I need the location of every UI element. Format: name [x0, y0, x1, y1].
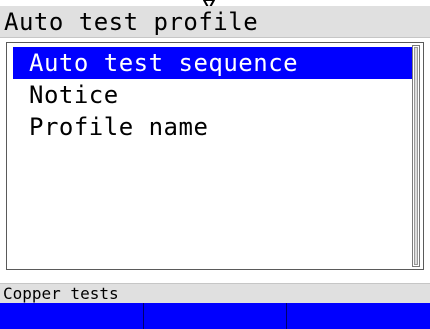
- scrollbar[interactable]: [412, 45, 420, 267]
- softkey-bar: [0, 303, 430, 329]
- scrollbar-thumb[interactable]: [414, 47, 418, 265]
- page-title: Auto test profile: [4, 8, 259, 36]
- title-bar: Auto test profile: [0, 6, 430, 38]
- menu-item-auto-test-sequence[interactable]: Auto test sequence: [13, 47, 413, 79]
- menu-list: Auto test sequence Notice Profile name: [6, 42, 424, 270]
- softkey-2[interactable]: [144, 303, 288, 329]
- status-text: Copper tests: [3, 284, 119, 303]
- menu-item-notice[interactable]: Notice: [13, 79, 413, 111]
- softkey-3[interactable]: [287, 303, 430, 329]
- softkey-1[interactable]: [0, 303, 144, 329]
- device-screen: Auto test profile Auto test sequence Not…: [0, 0, 430, 329]
- status-bar: Copper tests: [0, 283, 430, 303]
- menu-item-profile-name[interactable]: Profile name: [13, 111, 413, 143]
